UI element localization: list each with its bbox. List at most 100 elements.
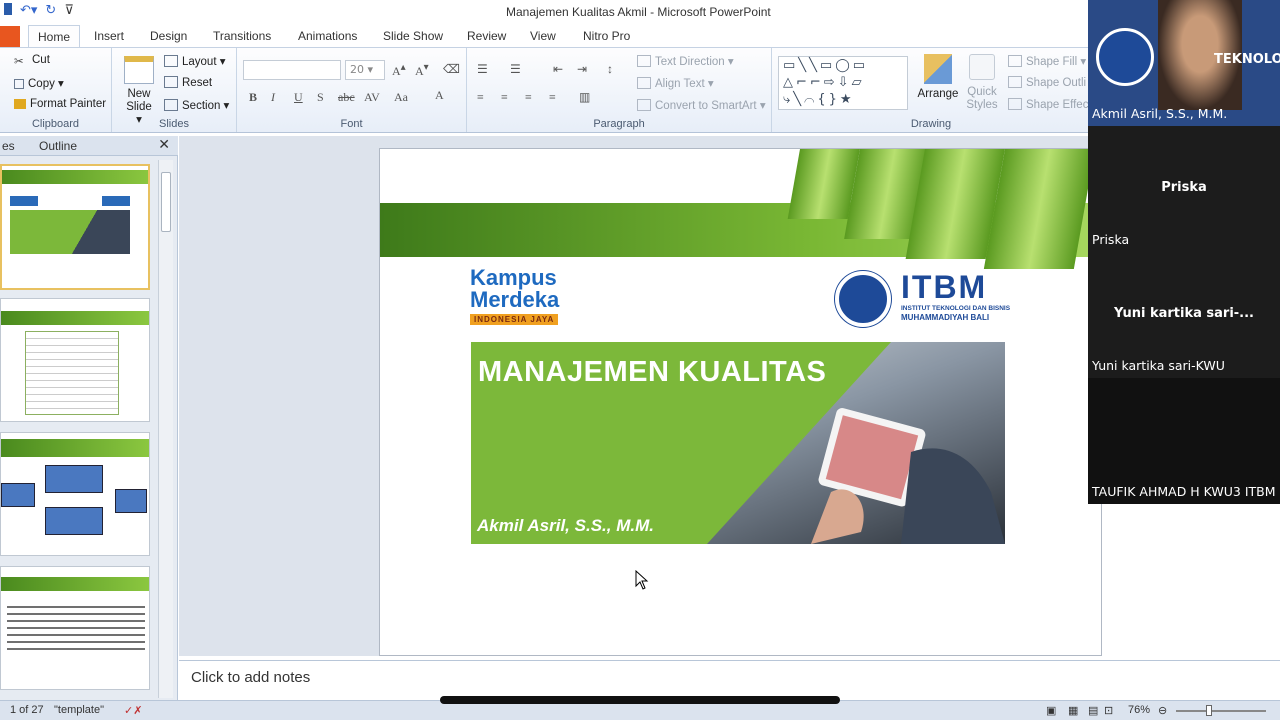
slide-thumbnail-3[interactable]: [0, 432, 150, 556]
shrink-font-icon[interactable]: A▾: [415, 62, 429, 79]
customize-qat-icon[interactable]: ⊽: [64, 3, 74, 18]
font-color-icon[interactable]: A: [435, 88, 444, 103]
line-spacing-icon[interactable]: ↕: [607, 62, 613, 77]
thumb-banner: [1, 439, 149, 457]
slideshow-icon[interactable]: ⊡: [1104, 704, 1113, 717]
italic-icon[interactable]: I: [271, 90, 275, 105]
slide-title[interactable]: MANAJEMEN KUALITAS: [478, 356, 826, 389]
slide-thumbnail-4[interactable]: [0, 566, 150, 690]
clear-formatting-icon[interactable]: ⌫: [443, 62, 460, 77]
tab-view[interactable]: View: [530, 29, 556, 43]
change-case-icon[interactable]: Aa: [394, 90, 408, 105]
zoom-level[interactable]: 76%: [1128, 704, 1150, 716]
format-painter-button[interactable]: Format Painter: [14, 98, 106, 110]
bullets-icon[interactable]: ☰: [477, 62, 488, 77]
panel-scrollbar[interactable]: [158, 160, 173, 698]
participant-tile-4[interactable]: TAUFIK AHMAD H KWU3 ITBM BA: [1088, 378, 1280, 504]
section-button[interactable]: Section ▾: [164, 98, 229, 112]
slide-author[interactable]: Akmil Asril, S.S., M.M.: [477, 516, 654, 536]
quick-access-toolbar: ↶▾ ↻ ⊽: [4, 3, 74, 18]
participant-tile-1[interactable]: TEKNOLOGI Akmil Asril, S.S., M.M.: [1088, 0, 1280, 126]
undo-icon[interactable]: ↶▾: [20, 3, 37, 18]
justify-icon[interactable]: ≡: [549, 90, 556, 105]
tab-transitions[interactable]: Transitions: [213, 29, 271, 43]
save-icon[interactable]: [4, 3, 12, 15]
align-left-icon[interactable]: ≡: [477, 90, 484, 105]
logo-kampus-tagline: INDONESIA JAYA: [470, 314, 559, 325]
smartart-icon: [637, 99, 651, 111]
clipboard-group: ✂ Cut Copy ▾ Format Painter Clipboard: [0, 48, 112, 132]
slide-thumbnail-1[interactable]: [0, 164, 150, 290]
tab-outline[interactable]: Outline: [39, 139, 77, 153]
decrease-indent-icon[interactable]: ⇤: [553, 62, 563, 77]
panel-scroll-thumb[interactable]: [161, 172, 171, 232]
tab-design[interactable]: Design: [150, 29, 187, 43]
current-slide[interactable]: Kampus Merdeka INDONESIA JAYA ITBM INSTI…: [379, 148, 1102, 656]
tab-slides[interactable]: es: [2, 139, 15, 153]
redo-icon[interactable]: ↻: [45, 3, 56, 18]
strikethrough-icon[interactable]: abc: [338, 90, 355, 105]
background-overlay-text: TEKNOLOGI: [1214, 52, 1280, 67]
layout-button[interactable]: Layout ▾: [164, 54, 226, 68]
mouse-cursor-icon: [635, 570, 649, 590]
tab-review[interactable]: Review: [467, 29, 506, 43]
file-tab[interactable]: [0, 26, 20, 48]
tab-insert[interactable]: Insert: [94, 29, 124, 43]
slide-counter: 1 of 27: [10, 704, 44, 716]
copy-icon: [14, 79, 24, 89]
columns-icon[interactable]: ▥: [579, 90, 590, 105]
zoom-out-icon[interactable]: ⊖: [1158, 704, 1167, 717]
grow-font-icon[interactable]: A▴: [392, 62, 406, 79]
itbm-subtitle-1: INSTITUT TEKNOLOGI DAN BISNIS: [901, 305, 1011, 312]
convert-smartart-button[interactable]: Convert to SmartArt ▾: [637, 98, 766, 112]
participant-name-1: Akmil Asril, S.S., M.M.: [1092, 106, 1228, 121]
itbm-title: ITBM: [901, 269, 988, 305]
increase-indent-icon[interactable]: ⇥: [577, 62, 587, 77]
align-right-icon[interactable]: ≡: [525, 90, 532, 105]
layout-icon: [164, 55, 178, 67]
font-size-combo[interactable]: 20 ▾: [345, 60, 385, 80]
slide-thumbnail-2[interactable]: [0, 298, 150, 422]
bold-icon[interactable]: B: [249, 90, 257, 105]
numbering-icon[interactable]: ☰: [510, 62, 521, 77]
text-direction-button[interactable]: Text Direction ▾: [637, 54, 734, 68]
arrange-button[interactable]: Arrange: [916, 54, 960, 101]
tab-animations[interactable]: Animations: [298, 29, 357, 43]
shape-outline-button[interactable]: Shape Outli: [1008, 76, 1086, 89]
participant-tile-3[interactable]: Yuni kartika sari-... Yuni kartika sari-…: [1088, 252, 1280, 378]
panel-tabs: es Outline ✕: [0, 136, 178, 156]
shapes-gallery[interactable]: ▭╲╲▭◯▭ △⌐⌐⇨⇩▱ ⤷╲⌒{}★: [778, 56, 908, 110]
tab-slide-show[interactable]: Slide Show: [383, 29, 443, 43]
spellcheck-icon[interactable]: ✓✗: [124, 704, 142, 717]
close-icon[interactable]: ✕: [158, 137, 170, 153]
normal-view-icon[interactable]: ▣: [1046, 704, 1056, 717]
ribbon-tabs: Home Insert Design Transitions Animation…: [0, 24, 1090, 48]
thumb-diagram-box: [45, 465, 103, 493]
shape-fill-button[interactable]: Shape Fill ▾: [1008, 54, 1086, 68]
text-direction-label: Text Direction: [655, 56, 725, 68]
zoom-slider-thumb[interactable]: [1206, 705, 1212, 716]
copy-button[interactable]: Copy ▾: [14, 76, 64, 90]
align-center-icon[interactable]: ≡: [501, 90, 508, 105]
copy-label: Copy: [28, 78, 55, 90]
font-group-label: Font: [340, 118, 363, 130]
align-text-button[interactable]: Align Text ▾: [637, 76, 714, 90]
tab-nitro-pro[interactable]: Nitro Pro: [583, 29, 630, 43]
reset-button[interactable]: Reset: [164, 76, 212, 89]
participant-tile-2[interactable]: Priska Priska: [1088, 126, 1280, 252]
zoom-slider[interactable]: [1176, 710, 1266, 712]
shadow-icon[interactable]: S: [317, 90, 324, 105]
shape-effects-button[interactable]: Shape Effect: [1008, 98, 1092, 111]
character-spacing-icon[interactable]: AV: [364, 90, 380, 105]
cut-button[interactable]: ✂ Cut: [14, 54, 50, 68]
quick-styles-button[interactable]: Quick Styles: [962, 54, 1002, 112]
reading-view-icon[interactable]: ▤: [1088, 704, 1098, 717]
slide-sorter-icon[interactable]: ▦: [1068, 704, 1078, 717]
new-slide-button[interactable]: New Slide ▾: [122, 56, 156, 127]
underline-icon[interactable]: U: [294, 90, 303, 105]
pen-icon: [1008, 76, 1022, 88]
notes-pane[interactable]: Click to add notes: [179, 660, 1280, 700]
tab-home[interactable]: Home: [28, 25, 81, 48]
font-family-combo[interactable]: [243, 60, 341, 80]
scissors-icon: ✂: [14, 56, 24, 68]
